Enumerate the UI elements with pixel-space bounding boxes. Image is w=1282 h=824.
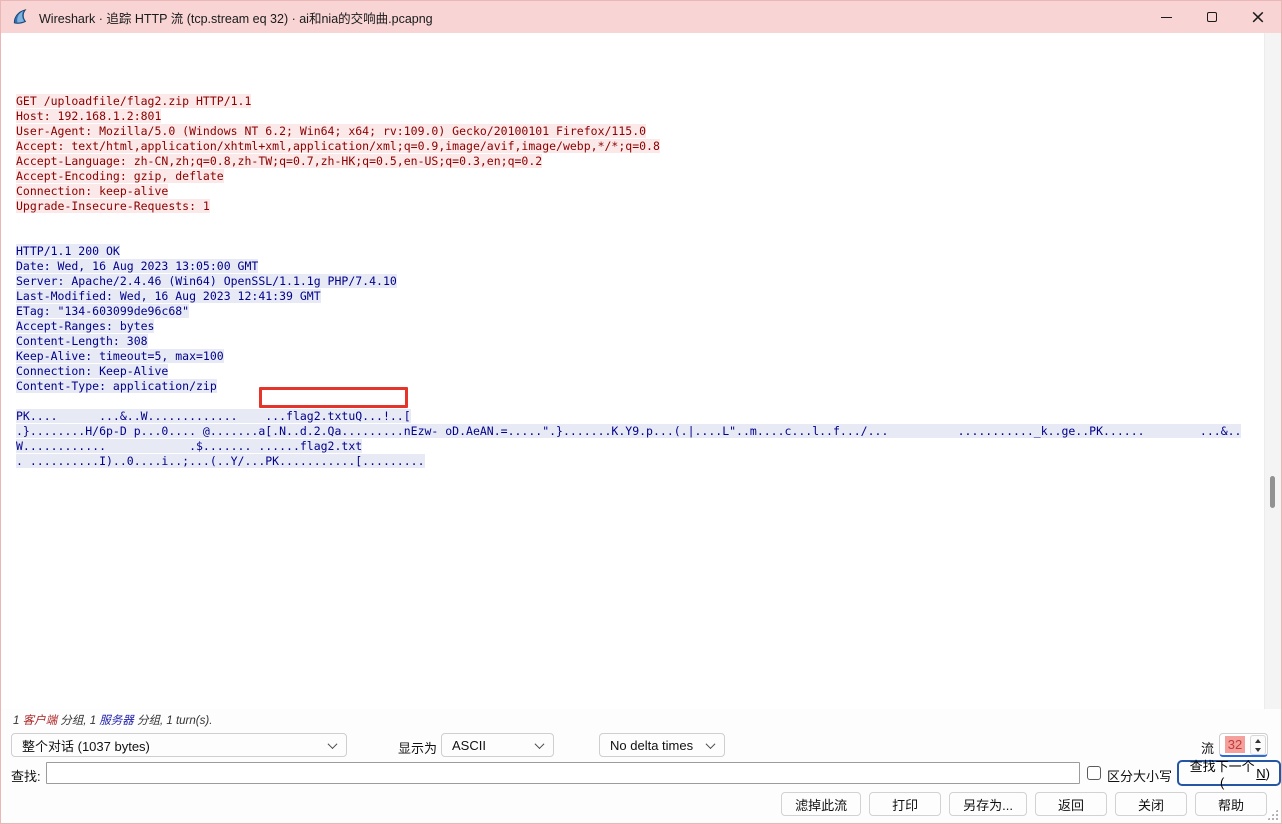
- stream-line: User-Agent: Mozilla/5.0 (Windows NT 6.2;…: [16, 124, 647, 138]
- scrollbar-thumb[interactable]: [1270, 476, 1275, 508]
- client-label: 客户端: [22, 715, 58, 727]
- titlebar: Wireshark · 追踪 HTTP 流 (tcp.stream eq 32)…: [1, 1, 1281, 33]
- stream-line: Content-Type: application/zip: [16, 379, 217, 393]
- close-icon: ×: [1250, 5, 1266, 28]
- stream-line: Connection: Keep-Alive: [16, 364, 169, 378]
- stream-line: Upgrade-Insecure-Requests: 1: [16, 199, 210, 213]
- case-sensitive-label: 区分大小写: [1107, 769, 1173, 784]
- stream-line: Accept-Ranges: bytes: [16, 319, 155, 333]
- find-label: 查找:: [11, 769, 41, 784]
- stream-line: Keep-Alive: timeout=5, max=100: [16, 349, 224, 363]
- close-dialog-button[interactable]: 关闭: [1115, 792, 1187, 816]
- delta-times-select[interactable]: No delta times: [599, 733, 725, 757]
- turns-label: 1 turn(s).: [166, 715, 213, 727]
- spin-down-button[interactable]: [1251, 745, 1265, 754]
- stream-line: Last-Modified: Wed, 16 Aug 2023 12:41:39…: [16, 289, 321, 303]
- stream-text[interactable]: GET /uploadfile/flag2.zip HTTP/1.1 Host: …: [16, 49, 1263, 469]
- up-arrow-icon: [1255, 738, 1261, 743]
- server-count: 1: [89, 715, 100, 727]
- stream-line: Server: Apache/2.4.46 (Win64) OpenSSL/1.…: [16, 274, 397, 288]
- display-format-select[interactable]: ASCII: [441, 733, 554, 757]
- case-sensitive-checkbox[interactable]: [1087, 766, 1101, 780]
- stream-line: GET /uploadfile/flag2.zip HTTP/1.1: [16, 94, 252, 108]
- down-arrow-icon: [1255, 747, 1261, 752]
- window-title: Wireshark · 追踪 HTTP 流 (tcp.stream eq 32)…: [39, 11, 433, 26]
- chevron-down-icon: [534, 738, 545, 749]
- stream-line: [16, 229, 1263, 244]
- stream-line: Host: 192.168.1.2:801: [16, 109, 162, 123]
- find-next-button[interactable]: 查找下一个(N): [1177, 759, 1281, 790]
- stream-line: [16, 394, 1263, 409]
- stream-line: [16, 214, 1263, 229]
- resize-grip[interactable]: [1267, 809, 1278, 820]
- help-button[interactable]: 帮助: [1195, 792, 1267, 816]
- stream-number-value[interactable]: 32: [1224, 736, 1246, 753]
- minimize-button[interactable]: [1143, 1, 1189, 33]
- find-input[interactable]: [46, 762, 1080, 784]
- show-as-label: 显示为: [398, 741, 438, 756]
- vertical-scrollbar[interactable]: [1264, 33, 1281, 709]
- stream-line: Connection: keep-alive: [16, 184, 169, 198]
- stream-number-spinbox[interactable]: 32: [1219, 733, 1268, 757]
- stream-line: Content-Length: 308: [16, 334, 148, 348]
- save-as-button[interactable]: 另存为...: [949, 792, 1027, 816]
- stream-line: Accept: text/html,application/xhtml+xml,…: [16, 139, 660, 153]
- window-controls: ×: [1143, 1, 1281, 33]
- filter-out-stream-button[interactable]: 滤掉此流: [781, 792, 862, 816]
- conversation-select[interactable]: 整个对话 (1037 bytes): [11, 733, 347, 757]
- stream-line: Accept-Language: zh-CN,zh;q=0.8,zh-TW;q=…: [16, 154, 543, 168]
- client-count: 1: [13, 715, 23, 727]
- stream-line: Date: Wed, 16 Aug 2023 13:05:00 GMT: [16, 259, 259, 273]
- stream-line: W............ .$....... ......flag2.txt: [16, 439, 363, 453]
- server-label: 服务器: [99, 715, 134, 727]
- follow-http-stream-window: Wireshark · 追踪 HTTP 流 (tcp.stream eq 32)…: [0, 0, 1282, 824]
- stream-line: Accept-Encoding: gzip, deflate: [16, 169, 224, 183]
- stream-line: HTTP/1.1 200 OK: [16, 244, 120, 258]
- stream-label: 流: [1201, 741, 1215, 756]
- chevron-down-icon: [705, 738, 716, 749]
- stream-content-area[interactable]: GET /uploadfile/flag2.zip HTTP/1.1 Host: …: [1, 33, 1281, 709]
- back-button[interactable]: 返回: [1035, 792, 1107, 816]
- chevron-down-icon: [327, 738, 338, 749]
- stream-stats: 1 客户端 分组, 1 服务器 分组, 1 turn(s).: [13, 715, 213, 727]
- stream-line: . ..........I)..0....i..;...(..Y/...PK..…: [16, 454, 425, 468]
- stream-line: .}........H/6p-D p...0.... @.......a[.N.…: [16, 424, 1242, 438]
- maximize-button[interactable]: [1189, 1, 1235, 33]
- minimize-icon: [1160, 16, 1172, 18]
- dialog-button-row: 滤掉此流 打印 另存为... 返回 关闭 帮助: [781, 792, 1267, 816]
- wireshark-icon: [13, 9, 27, 24]
- stream-line: PK.... ...&..W............. ...flag2.txt…: [16, 409, 411, 423]
- annotation-red-box: [259, 387, 408, 408]
- close-button[interactable]: ×: [1235, 1, 1281, 33]
- maximize-icon: [1207, 12, 1217, 22]
- spin-up-button[interactable]: [1251, 736, 1265, 745]
- stream-line: ETag: "134-603099de96c68": [16, 304, 190, 318]
- print-button[interactable]: 打印: [869, 792, 942, 816]
